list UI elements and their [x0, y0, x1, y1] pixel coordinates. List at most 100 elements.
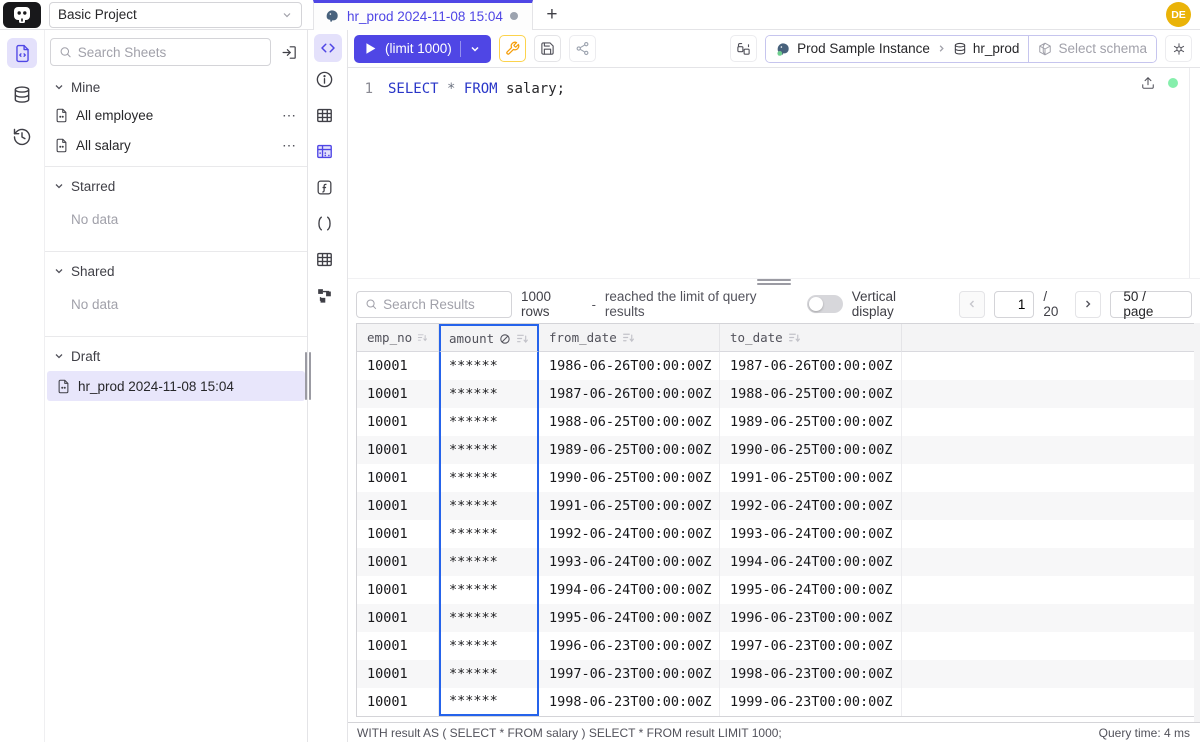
cell-amount[interactable]: ****** [439, 688, 539, 716]
cell-emp_no[interactable]: 10001 [357, 352, 439, 380]
schema-selector[interactable]: Select schema [1028, 36, 1156, 62]
cell-amount[interactable]: ****** [439, 352, 539, 380]
sort-icon[interactable] [417, 331, 428, 344]
rail-functions-button[interactable] [315, 178, 341, 202]
rail-code-button[interactable] [314, 34, 342, 62]
sheet-search-input[interactable] [78, 45, 262, 60]
cell-from_date[interactable]: 1990-06-25T00:00:00Z [539, 464, 720, 492]
cell-from_date[interactable]: 1993-06-24T00:00:00Z [539, 548, 720, 576]
cell-emp_no[interactable]: 10001 [357, 548, 439, 576]
sort-icon[interactable] [788, 331, 801, 344]
column-header-to-date[interactable]: to_date [720, 324, 902, 352]
import-sheet-button[interactable] [277, 40, 301, 64]
cell-emp_no[interactable]: 10001 [357, 632, 439, 660]
cell-emp_no[interactable]: 10001 [357, 380, 439, 408]
cell-from_date[interactable]: 1991-06-25T00:00:00Z [539, 492, 720, 520]
results-search[interactable] [356, 291, 512, 318]
cell-from_date[interactable]: 1998-06-23T00:00:00Z [539, 688, 720, 716]
results-resize-handle[interactable] [348, 278, 1200, 285]
section-shared[interactable]: Shared [45, 258, 307, 284]
cell-emp_no[interactable]: 10001 [357, 492, 439, 520]
cell-amount[interactable]: ****** [439, 660, 539, 688]
cell-to_date[interactable]: 1990-06-25T00:00:00Z [720, 436, 902, 464]
section-mine[interactable]: Mine [45, 74, 307, 100]
column-header-emp-no[interactable]: emp_no [357, 324, 439, 352]
rail-table-button[interactable] [315, 106, 341, 130]
cell-from_date[interactable]: 1994-06-24T00:00:00Z [539, 576, 720, 604]
cell-from_date[interactable]: 1987-06-26T00:00:00Z [539, 380, 720, 408]
column-header-from-date[interactable]: from_date [539, 324, 720, 352]
cell-to_date[interactable]: 1994-06-24T00:00:00Z [720, 548, 902, 576]
sql-editor[interactable]: 1 SELECT * FROM salary; [348, 68, 1200, 278]
sheet-item-all-employee[interactable]: All employee ⋯ [45, 100, 307, 130]
cell-from_date[interactable]: 1988-06-25T00:00:00Z [539, 408, 720, 436]
rail-parameters-button[interactable] [315, 214, 341, 238]
cell-emp_no[interactable]: 10001 [357, 688, 439, 716]
section-draft[interactable]: Draft [45, 343, 307, 369]
format-sql-button[interactable] [499, 35, 526, 62]
page-number-input[interactable] [994, 291, 1034, 318]
cell-to_date[interactable]: 1998-06-23T00:00:00Z [720, 660, 902, 688]
rail-masked-data-button[interactable] [315, 142, 341, 166]
cell-to_date[interactable]: 1997-06-23T00:00:00Z [720, 632, 902, 660]
avatar[interactable]: DE [1166, 2, 1191, 27]
connection-selector[interactable]: Prod Sample Instance hr_prod [766, 36, 1028, 62]
cell-emp_no[interactable]: 10001 [357, 660, 439, 688]
cell-amount[interactable]: ****** [439, 464, 539, 492]
column-header-amount[interactable]: amount [439, 324, 539, 352]
cell-emp_no[interactable]: 10001 [357, 576, 439, 604]
share-sheet-button[interactable] [569, 35, 596, 62]
cell-emp_no[interactable]: 10001 [357, 604, 439, 632]
cell-to_date[interactable]: 1991-06-25T00:00:00Z [720, 464, 902, 492]
more-actions-icon[interactable]: ⋯ [282, 137, 297, 154]
ai-assistant-button[interactable] [1165, 35, 1192, 62]
cell-amount[interactable]: ****** [439, 408, 539, 436]
cell-amount[interactable]: ****** [439, 492, 539, 520]
cell-to_date[interactable]: 1993-06-24T00:00:00Z [720, 520, 902, 548]
cell-emp_no[interactable]: 10001 [357, 436, 439, 464]
cell-amount[interactable]: ****** [439, 576, 539, 604]
rail-sheets-button[interactable] [7, 38, 37, 68]
cell-from_date[interactable]: 1992-06-24T00:00:00Z [539, 520, 720, 548]
new-tab-button[interactable]: + [533, 0, 571, 30]
sort-icon[interactable] [516, 332, 529, 345]
editor-scrollbar[interactable] [1189, 68, 1190, 278]
project-select[interactable]: Basic Project [49, 2, 302, 28]
cell-emp_no[interactable]: 10001 [357, 520, 439, 548]
results-scrollbar[interactable] [1194, 323, 1200, 722]
switch-connection-button[interactable] [730, 35, 757, 62]
run-button[interactable]: (limit 1000) [354, 35, 491, 63]
cell-amount[interactable]: ****** [439, 548, 539, 576]
cell-to_date[interactable]: 1996-06-23T00:00:00Z [720, 604, 902, 632]
rail-sheet-panel-button[interactable] [315, 250, 341, 274]
cell-amount[interactable]: ****** [439, 436, 539, 464]
cell-to_date[interactable]: 1988-06-25T00:00:00Z [720, 380, 902, 408]
section-starred[interactable]: Starred [45, 173, 307, 199]
cell-from_date[interactable]: 1997-06-23T00:00:00Z [539, 660, 720, 688]
cell-to_date[interactable]: 1999-06-23T00:00:00Z [720, 688, 902, 716]
cell-amount[interactable]: ****** [439, 380, 539, 408]
sheet-item-draft-hr-prod[interactable]: hr_prod 2024-11-08 15:04 [47, 371, 305, 401]
cell-from_date[interactable]: 1986-06-26T00:00:00Z [539, 352, 720, 380]
upload-icon[interactable] [1141, 76, 1155, 90]
cell-emp_no[interactable]: 10001 [357, 408, 439, 436]
sort-icon[interactable] [622, 331, 635, 344]
more-actions-icon[interactable]: ⋯ [282, 107, 297, 124]
tab-hr-prod[interactable]: hr_prod 2024-11-08 15:04 [313, 0, 533, 30]
sheet-search[interactable] [50, 38, 271, 66]
results-search-input[interactable] [383, 297, 503, 312]
cell-amount[interactable]: ****** [439, 632, 539, 660]
sheet-item-all-salary[interactable]: All salary ⋯ [45, 130, 307, 160]
chevron-down-icon[interactable] [469, 43, 481, 55]
cell-to_date[interactable]: 1995-06-24T00:00:00Z [720, 576, 902, 604]
next-page-button[interactable] [1075, 291, 1102, 318]
cell-from_date[interactable]: 1995-06-24T00:00:00Z [539, 604, 720, 632]
cell-amount[interactable]: ****** [439, 604, 539, 632]
cell-amount[interactable]: ****** [439, 520, 539, 548]
rail-schema-diagram-button[interactable] [315, 286, 341, 310]
page-size-select[interactable]: 50 / page [1110, 291, 1192, 318]
vertical-display-toggle[interactable] [807, 295, 843, 313]
rail-info-button[interactable] [315, 70, 341, 94]
cell-emp_no[interactable]: 10001 [357, 464, 439, 492]
sidebar-resize-handle[interactable] [304, 352, 311, 400]
